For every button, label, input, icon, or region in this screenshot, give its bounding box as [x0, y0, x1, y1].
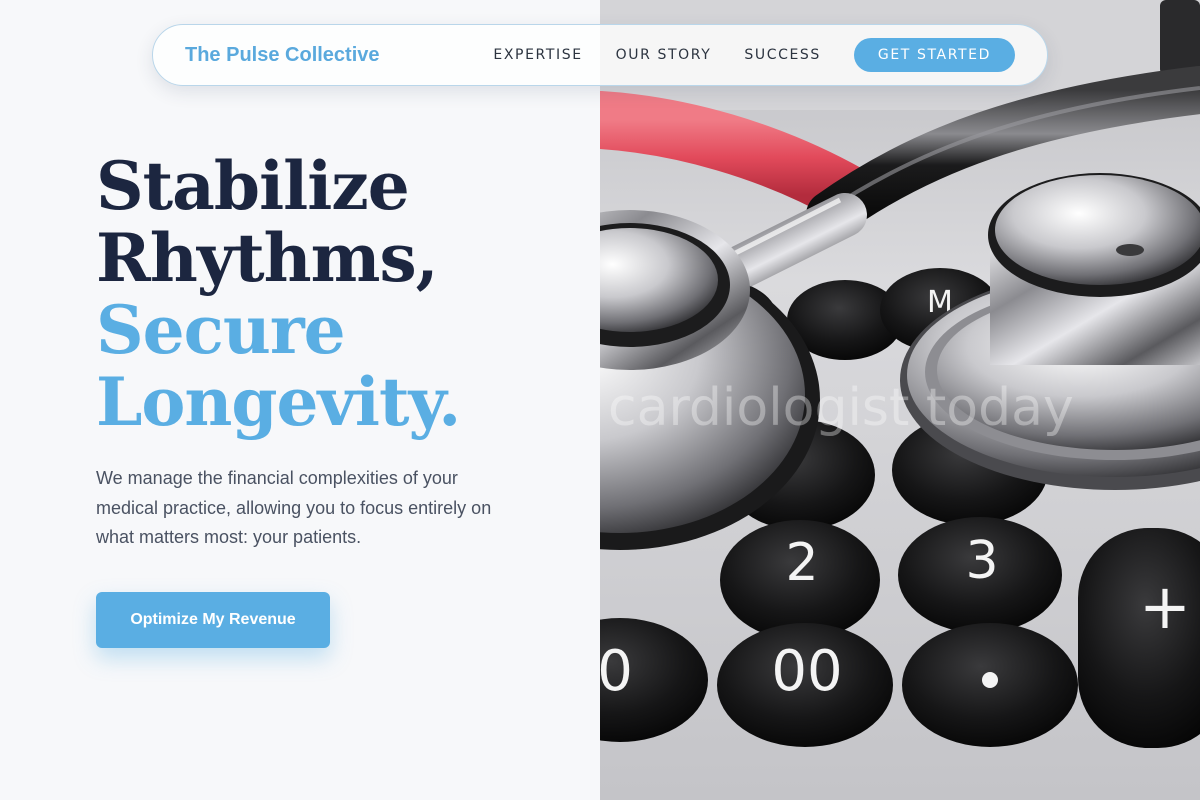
svg-text:3: 3	[965, 531, 998, 591]
hero-description: We manage the financial complexities of …	[96, 468, 492, 547]
svg-text:00: 00	[771, 639, 842, 704]
svg-text:+: +	[1139, 570, 1191, 643]
hero-title-line-3: Secure	[96, 291, 346, 369]
stethoscope-calculator-illustration: 2 3 + 0 00 M cardiologist today	[600, 0, 1200, 800]
top-navbar: The Pulse Collective EXPERTISE OUR STORY…	[152, 24, 1048, 86]
get-started-button[interactable]: GET STARTED	[853, 38, 1015, 72]
nav-link-success[interactable]: SUCCESS	[744, 47, 821, 63]
nav-link-our-story[interactable]: OUR STORY	[616, 47, 712, 63]
nav-link-expertise[interactable]: EXPERTISE	[493, 47, 582, 63]
nav-links: EXPERTISE OUR STORY SUCCESS GET STARTED	[460, 38, 1015, 72]
svg-text:cardiologist today: cardiologist today	[608, 378, 1074, 438]
hero-title: Stabilize Rhythms, Secure Longevity.	[96, 150, 576, 438]
hero-image: 2 3 + 0 00 M cardiologist today	[600, 0, 1200, 800]
svg-text:0: 0	[600, 639, 633, 704]
hero-title-line-2: Rhythms,	[96, 219, 439, 297]
hero-title-line-4: Longevity.	[96, 363, 461, 441]
optimize-revenue-button[interactable]: Optimize My Revenue	[96, 592, 330, 648]
brand-logo[interactable]: The Pulse Collective	[185, 44, 380, 67]
svg-text:2: 2	[785, 533, 818, 593]
hero-title-line-1: Stabilize	[96, 147, 410, 225]
